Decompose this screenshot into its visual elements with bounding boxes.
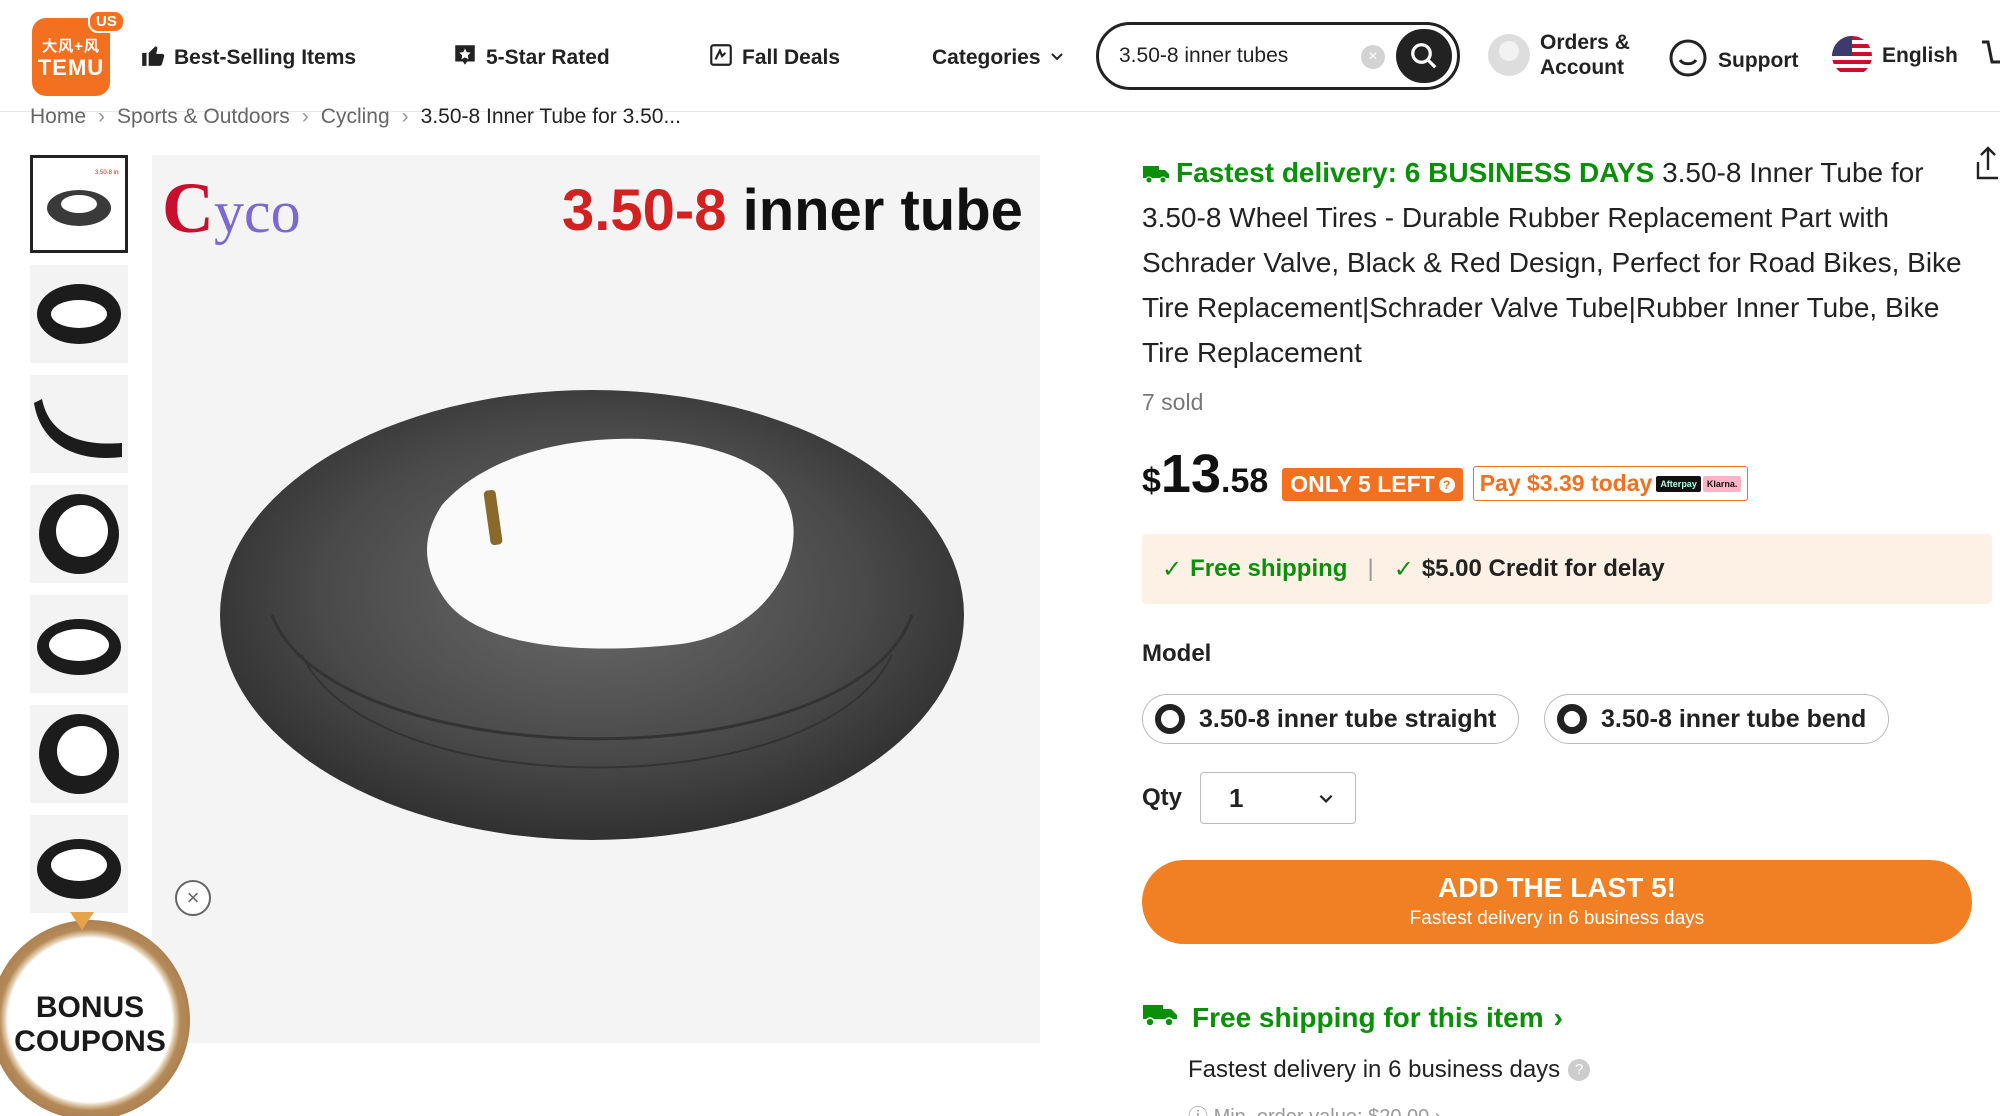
sold-count: 7 sold <box>1142 389 1204 415</box>
stock-badge[interactable]: ONLY 5 LEFT? <box>1282 468 1463 501</box>
nav-five-star-label: 5-Star Rated <box>486 46 610 69</box>
support-label: Support <box>1718 49 1799 72</box>
thumbnail[interactable] <box>30 815 128 913</box>
thumbnail[interactable] <box>30 265 128 363</box>
help-icon[interactable]: ? <box>1568 1059 1591 1081</box>
afterpay-logo: Afterpay <box>1656 475 1701 492</box>
breadcrumb-home[interactable]: Home <box>30 105 86 129</box>
nav-categories-label: Categories <box>932 46 1041 69</box>
price-row: $13.58 ONLY 5 LEFT? Pay $3.39 today After… <box>1142 444 1749 509</box>
bonus-coupons-widget[interactable]: BONUS COUPONS <box>0 912 190 1116</box>
support-chat-icon <box>1668 38 1708 84</box>
share-icon[interactable] <box>1976 146 2000 187</box>
truck-icon <box>1143 166 1169 184</box>
top-header: 大风+风 TEMU US Best-Selling Items 5-Star R… <box>0 0 2000 112</box>
min-order-value[interactable]: ⓘ Min. order value: $20.00 › <box>1188 1100 1441 1116</box>
pay-later-badge[interactable]: Pay $3.39 today Afterpay Klarna. <box>1472 466 1749 501</box>
leaf-deals-icon <box>708 42 734 74</box>
logo-glyphs: 大风+风 <box>42 37 100 55</box>
add-to-cart-button[interactable]: ADD THE LAST 5! Fastest delivery in 6 bu… <box>1142 860 1972 944</box>
star-badge-icon <box>452 42 478 74</box>
pin-icon <box>70 912 94 930</box>
chevron-right-icon: › <box>1429 1106 1442 1116</box>
region-badge: US <box>88 10 125 33</box>
qty-label: Qty <box>1142 784 1183 811</box>
tube-swatch-icon <box>1557 704 1587 734</box>
svg-text:3.50-8 inner tube: 3.50-8 inner tube <box>95 170 119 176</box>
free-shipping-label: Free shipping <box>1190 555 1348 582</box>
nav-fall-deals[interactable]: Fall Deals <box>708 40 840 76</box>
truck-icon <box>1142 1000 1178 1035</box>
chevron-down-icon <box>1319 794 1333 803</box>
model-label: Model <box>1142 640 1212 667</box>
account-menu[interactable]: Orders & Account <box>1488 30 1640 80</box>
model-option-straight[interactable]: 3.50-8 inner tube straight <box>1142 694 1520 744</box>
price: $13.58 <box>1142 444 1269 504</box>
nav-fall-deals-label: Fall Deals <box>742 46 841 69</box>
support-link[interactable]: Support <box>1668 38 1798 84</box>
check-icon: ✓ <box>1162 555 1183 583</box>
fastest-delivery-line: Fastest delivery in 6 business days ? <box>1188 1056 1591 1084</box>
nav-five-star[interactable]: 5-Star Rated <box>452 40 610 76</box>
account-label: Orders & Account <box>1540 31 1630 79</box>
nav-best-selling-label: Best-Selling Items <box>174 46 357 69</box>
thumbnail[interactable]: 3.50-8 inner tube <box>30 155 128 253</box>
bonus-coupons-label: BONUS COUPONS <box>14 991 166 1058</box>
inner-tube-illustration <box>220 390 964 840</box>
breadcrumb-current: 3.50-8 Inner Tube for 3.50... <box>420 105 681 128</box>
free-shipping-item-link[interactable]: Free shipping for this item › <box>1142 1000 1563 1035</box>
breadcrumb-separator: › <box>98 105 106 128</box>
delivery-promo: Fastest delivery: 6 BUSINESS DAYS <box>1142 157 1654 188</box>
avatar <box>1488 34 1530 76</box>
shipping-banner[interactable]: ✓ Free shipping | ✓ $5.00 Credit for del… <box>1142 534 1992 604</box>
breadcrumb: Home › Sports & Outdoors › Cycling › 3.5… <box>30 104 681 130</box>
nav-best-selling[interactable]: Best-Selling Items <box>140 40 356 76</box>
thumbnail[interactable] <box>30 375 128 473</box>
image-title: 3.50-8 inner tube <box>562 178 1023 243</box>
chevron-right-icon: › <box>1553 1001 1563 1033</box>
search-bar: × <box>1096 22 1460 90</box>
us-flag-icon <box>1832 36 1872 76</box>
thumbnail[interactable] <box>30 595 128 693</box>
language-label: English <box>1882 44 1958 67</box>
clear-search-icon[interactable]: × <box>1361 45 1385 69</box>
search-icon <box>1411 43 1437 69</box>
breadcrumb-separator: › <box>401 105 409 128</box>
breadcrumb-separator: › <box>301 105 309 128</box>
check-icon: ✓ <box>1393 555 1414 583</box>
close-icon[interactable]: × <box>175 880 211 916</box>
product-title: Fastest delivery: 6 BUSINESS DAYS 3.50-8… <box>1142 150 1962 375</box>
thumbnail[interactable] <box>30 705 128 803</box>
main-product-image[interactable]: Cyco 3.50-8 inner tube <box>152 155 1040 1043</box>
nav-categories[interactable]: Categories <box>932 40 1065 76</box>
help-icon: ? <box>1438 476 1455 493</box>
thumbnail-strip: 3.50-8 inner tube <box>30 155 128 925</box>
brand-logo: Cyco <box>162 168 301 248</box>
breadcrumb-cycling[interactable]: Cycling <box>321 105 390 129</box>
product-title-text: 3.50-8 Inner Tube for 3.50-8 Wheel Tires… <box>1142 157 1962 368</box>
tube-swatch-icon <box>1155 704 1185 734</box>
search-input[interactable] <box>1119 44 1359 68</box>
delay-credit-label: $5.00 Credit for delay <box>1421 555 1665 582</box>
logo-text: TEMU <box>37 54 105 80</box>
klarna-logo: Klarna. <box>1702 475 1742 492</box>
language-selector[interactable]: English <box>1832 36 1958 76</box>
chevron-down-icon <box>1049 46 1065 70</box>
search-button[interactable] <box>1396 29 1452 83</box>
qty-select[interactable]: 1 <box>1200 772 1356 824</box>
divider: | <box>1367 555 1374 582</box>
thumbs-up-icon <box>140 42 166 74</box>
model-option-bend[interactable]: 3.50-8 inner tube bend <box>1544 694 1890 744</box>
product-info: Fastest delivery: 6 BUSINESS DAYS 3.50-8… <box>1142 150 1992 1116</box>
info-icon: ⓘ <box>1188 1106 1214 1116</box>
breadcrumb-sports[interactable]: Sports & Outdoors <box>117 105 290 129</box>
thumbnail[interactable] <box>30 485 128 583</box>
cart-icon[interactable] <box>1982 36 2000 81</box>
